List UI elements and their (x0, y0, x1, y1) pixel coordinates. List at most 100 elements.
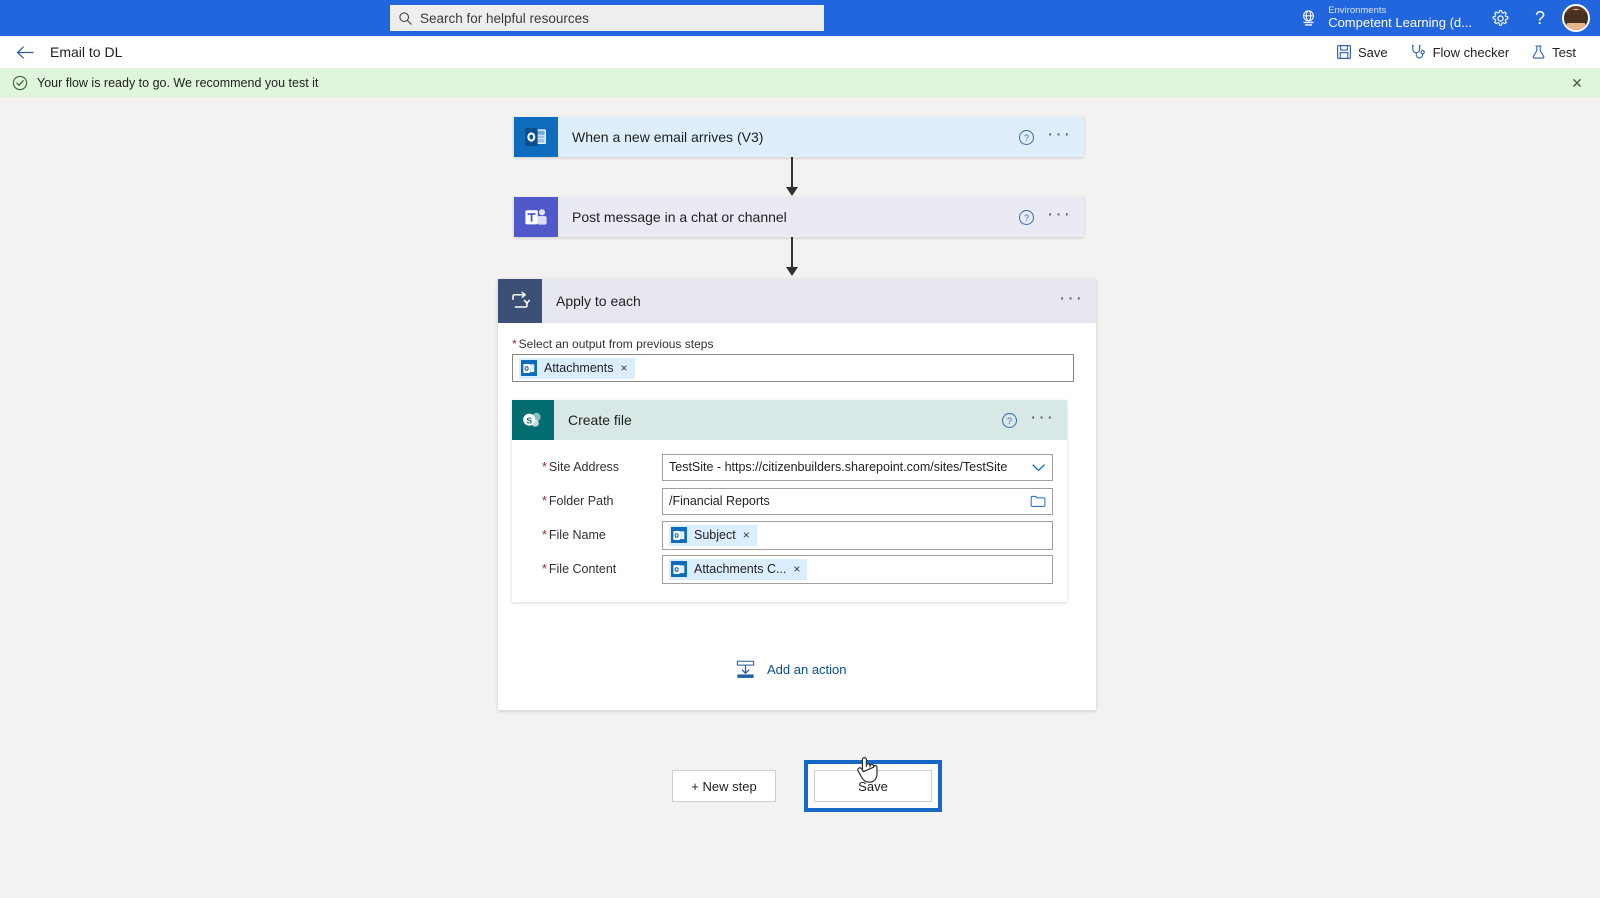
svg-text:S: S (526, 415, 532, 425)
teams-card-actions: ? ··· (1018, 205, 1072, 230)
connector-arrow-1 (786, 187, 798, 196)
connector-teams-to-scope (791, 237, 793, 269)
add-an-action-link[interactable]: Add an action (735, 659, 847, 680)
loop-icon (498, 279, 542, 323)
token-attachments-label: Attachments (544, 361, 614, 375)
outlook-icon (671, 561, 687, 577)
file-content-input[interactable]: Attachments C... × (662, 554, 1053, 584)
site-address-dropdown[interactable]: TestSite - https://citizenbuilders.share… (662, 453, 1053, 481)
file-name-input[interactable]: Subject × (662, 520, 1053, 550)
search-input[interactable] (420, 10, 816, 26)
create-file-title: Create file (568, 412, 632, 428)
search-icon (399, 11, 412, 25)
field-control-site-address: TestSite - https://citizenbuilders.share… (662, 453, 1053, 481)
field-label-site-address: * Site Address (526, 460, 662, 474)
token-attachments-content-remove[interactable]: × (793, 563, 800, 575)
back-button[interactable] (10, 37, 40, 67)
flow-checker-button[interactable]: Flow checker (1400, 37, 1520, 67)
field-control-file-name: Subject × (662, 520, 1053, 550)
teams-card-body: Post message in a chat or channel ? ··· (558, 197, 1084, 237)
token-subject[interactable]: Subject × (669, 524, 757, 546)
scope-card-apply-to-each[interactable]: Apply to each ··· * Select an output from… (498, 279, 1096, 710)
svg-text:?: ? (1024, 212, 1029, 222)
scope-content: * Select an output from previous steps At… (498, 323, 1096, 602)
required-asterisk: * (542, 528, 547, 542)
environment-value: Competent Learning (d... (1328, 15, 1472, 31)
scope-header-body: Apply to each ··· (542, 279, 1096, 323)
site-address-value: TestSite - https://citizenbuilders.share… (669, 460, 1008, 474)
environment-picker[interactable]: Environments Competent Learning (d... (1291, 0, 1480, 36)
flask-icon (1532, 45, 1545, 59)
new-step-button[interactable]: + New step (672, 770, 776, 802)
required-asterisk: * (512, 337, 517, 351)
save-button-highlight: Save (804, 760, 942, 812)
trigger-card-when-new-email-arrives[interactable]: When a new email arrives (V3) ? ··· (514, 117, 1084, 157)
field-label-file-content: * File Content (526, 562, 662, 576)
token-subject-label: Subject (694, 528, 736, 542)
field-row-file-content: * File Content Attachments C... × (526, 552, 1053, 586)
save-command-button[interactable]: Save (1326, 37, 1398, 67)
save-command-label: Save (1357, 44, 1388, 60)
insert-action-icon (736, 660, 755, 678)
save-button[interactable]: Save (814, 770, 932, 802)
field-control-folder-path: /Financial Reports (662, 487, 1053, 515)
command-bar-actions: Save Flow checker Test (1326, 37, 1586, 67)
token-subject-remove[interactable]: × (743, 529, 750, 541)
field-label-folder-path-text: Folder Path (548, 494, 614, 508)
status-banner: Your flow is ready to go. We recommend y… (0, 69, 1600, 97)
field-label-site-address-text: Site Address (548, 460, 620, 474)
footer-action-buttons: + New step Save (672, 760, 942, 812)
chevron-down-icon[interactable] (1031, 462, 1046, 473)
help-button[interactable]: ? (1520, 0, 1560, 36)
token-attachments-content[interactable]: Attachments C... × (669, 558, 808, 580)
create-file-header[interactable]: S Create file ? ··· (512, 400, 1067, 440)
banner-close-button[interactable]: ✕ (1566, 72, 1588, 94)
environment-globe-icon (1303, 9, 1315, 26)
svg-text:?: ? (1024, 132, 1029, 142)
back-arrow-icon (16, 45, 33, 59)
save-floppy-icon (1336, 45, 1351, 59)
scope-actions: ··· (1059, 289, 1084, 314)
flow-title: Email to DL (50, 44, 123, 60)
trigger-card-body: When a new email arrives (V3) ? ··· (558, 117, 1084, 157)
test-button[interactable]: Test (1521, 37, 1586, 67)
teams-card-title: Post message in a chat or channel (572, 209, 787, 225)
help-circle-icon[interactable]: ? (1018, 209, 1035, 226)
action-card-create-file[interactable]: S Create file ? ··· * Site Address TestS… (512, 400, 1067, 602)
token-attachments[interactable]: Attachments × (519, 357, 635, 379)
flow-designer-canvas: When a new email arrives (V3) ? ··· Post… (0, 97, 1600, 898)
folder-path-input[interactable]: /Financial Reports (662, 487, 1053, 515)
outlook-icon (514, 117, 558, 157)
field-row-site-address: * Site Address TestSite - https://citizen… (526, 450, 1053, 484)
flow-checker-label: Flow checker (1432, 44, 1510, 60)
add-an-action-label: Add an action (767, 662, 847, 677)
scope-input-field[interactable]: Attachments × (512, 354, 1074, 382)
field-label-file-name-text: File Name (548, 528, 606, 542)
teams-card-menu-icon[interactable]: ··· (1047, 205, 1072, 230)
scope-menu-icon[interactable]: ··· (1059, 289, 1084, 314)
create-file-fields: * Site Address TestSite - https://citizen… (512, 440, 1067, 602)
create-file-header-body: Create file ? ··· (554, 400, 1067, 440)
required-asterisk: * (542, 562, 547, 576)
settings-button[interactable] (1480, 0, 1520, 36)
user-avatar[interactable] (1562, 4, 1590, 32)
question-mark-icon: ? (1534, 7, 1545, 28)
required-asterisk: * (542, 460, 547, 474)
required-asterisk: * (542, 494, 547, 508)
teams-icon (514, 197, 558, 237)
connector-trigger-to-teams (791, 157, 793, 189)
folder-browse-icon[interactable] (1030, 494, 1046, 508)
global-search-box[interactable] (390, 5, 824, 31)
gear-icon (1492, 9, 1508, 26)
scope-header[interactable]: Apply to each ··· (498, 279, 1096, 323)
action-card-post-message[interactable]: Post message in a chat or channel ? ··· (514, 197, 1084, 237)
create-file-menu-icon[interactable]: ··· (1030, 408, 1055, 433)
token-attachments-remove[interactable]: × (620, 362, 627, 374)
field-label-file-name: * File Name (526, 528, 662, 542)
help-circle-icon[interactable]: ? (1001, 412, 1018, 429)
help-circle-icon[interactable]: ? (1018, 129, 1035, 146)
suite-header-bar: Environments Competent Learning (d... ? (0, 0, 1600, 36)
field-control-file-content: Attachments C... × (662, 554, 1053, 584)
test-label: Test (1552, 44, 1576, 60)
trigger-card-menu-icon[interactable]: ··· (1047, 125, 1072, 150)
